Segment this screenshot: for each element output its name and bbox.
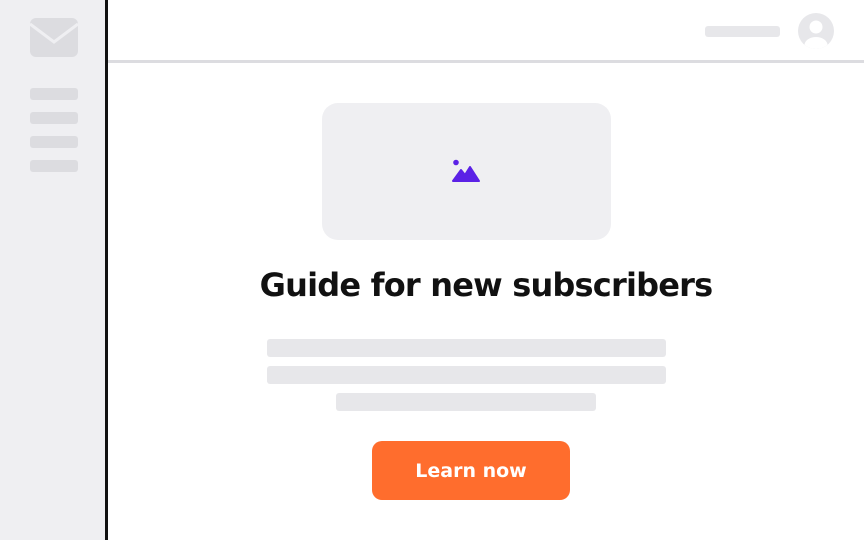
header-text-placeholder (705, 26, 780, 37)
mail-icon[interactable] (30, 18, 78, 57)
body-text-placeholder-3 (336, 393, 596, 411)
learn-now-button[interactable]: Learn now (372, 441, 570, 500)
body-text-placeholder-1 (267, 339, 666, 357)
sidebar-item-3[interactable] (30, 136, 78, 148)
user-avatar-icon[interactable] (797, 12, 835, 50)
sidebar-item-2[interactable] (30, 112, 78, 124)
image-icon (452, 159, 480, 182)
sidebar-item-4[interactable] (30, 160, 78, 172)
top-bar (108, 0, 864, 63)
body-text-placeholder-2 (267, 366, 666, 384)
page-title: Guide for new subscribers (259, 266, 714, 304)
image-placeholder (322, 103, 611, 240)
sidebar (0, 0, 108, 540)
sidebar-item-1[interactable] (30, 88, 78, 100)
